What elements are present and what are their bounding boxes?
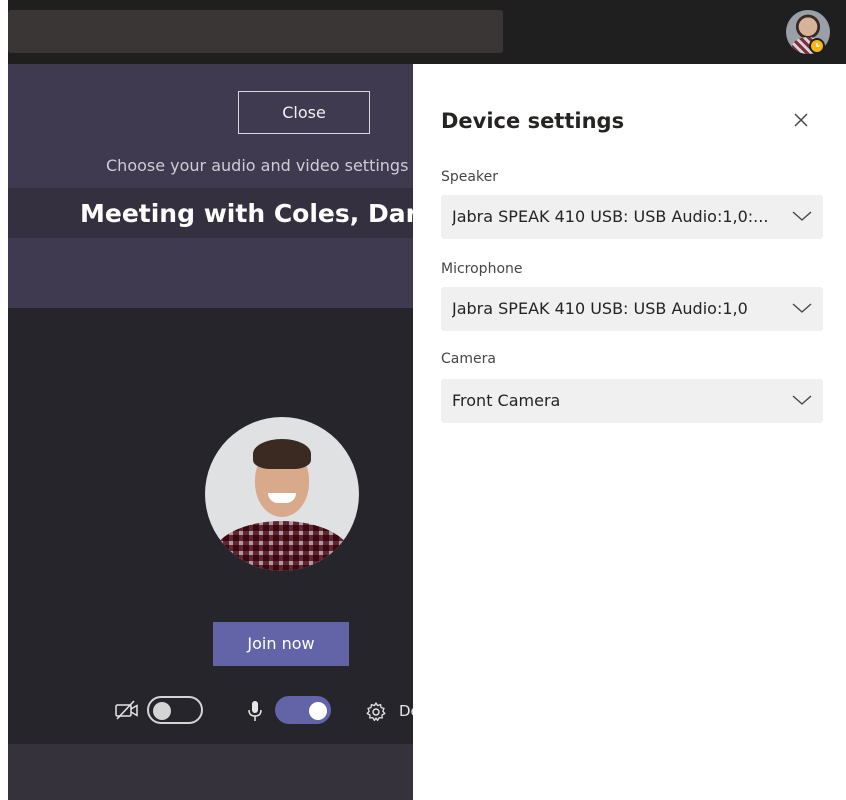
window-edge xyxy=(0,0,8,800)
device-settings-panel: Device settings Speaker Jabra SPEAK 410 … xyxy=(413,64,846,800)
camera-off-icon xyxy=(115,700,138,720)
chevron-down-icon xyxy=(792,303,812,313)
presence-away-badge xyxy=(809,38,825,54)
clock-icon xyxy=(816,43,820,47)
camera-toggle-knob xyxy=(153,702,171,720)
microphone-toggle-knob xyxy=(309,702,327,720)
camera-select[interactable]: Front Camera xyxy=(441,379,823,423)
speaker-value: Jabra SPEAK 410 USB: USB Audio:1,0:... xyxy=(452,207,769,226)
chevron-down-icon xyxy=(792,211,812,221)
camera-toggle[interactable] xyxy=(147,696,203,724)
meeting-title: Meeting with Coles, Darren xyxy=(80,199,413,228)
choose-settings-text: Choose your audio and video settings for xyxy=(106,156,413,175)
microphone-toggle[interactable] xyxy=(275,696,331,724)
prejoin-screen: Close Choose your audio and video settin… xyxy=(8,64,413,800)
speaker-label: Speaker xyxy=(441,169,498,185)
photo-shirt xyxy=(213,521,351,571)
camera-label: Camera xyxy=(441,351,496,367)
search-bar[interactable] xyxy=(8,10,503,53)
user-video-preview xyxy=(205,417,359,571)
camera-value: Front Camera xyxy=(452,391,561,410)
panel-title: Device settings xyxy=(441,109,625,133)
bottom-band xyxy=(8,744,413,800)
device-settings-link[interactable]: Device settings xyxy=(399,702,413,720)
microphone-label: Microphone xyxy=(441,261,523,277)
top-bar xyxy=(8,0,846,64)
close-icon[interactable] xyxy=(791,110,811,130)
close-button[interactable]: Close xyxy=(238,91,370,134)
speaker-select[interactable]: Jabra SPEAK 410 USB: USB Audio:1,0:... xyxy=(441,195,823,239)
photo-hair xyxy=(253,439,311,469)
microphone-icon xyxy=(248,701,262,721)
join-now-button[interactable]: Join now xyxy=(213,622,349,666)
microphone-value: Jabra SPEAK 410 USB: USB Audio:1,0 xyxy=(452,299,748,318)
microphone-select[interactable]: Jabra SPEAK 410 USB: USB Audio:1,0 xyxy=(441,287,823,331)
chevron-down-icon xyxy=(792,395,812,405)
gear-icon[interactable] xyxy=(365,701,387,723)
